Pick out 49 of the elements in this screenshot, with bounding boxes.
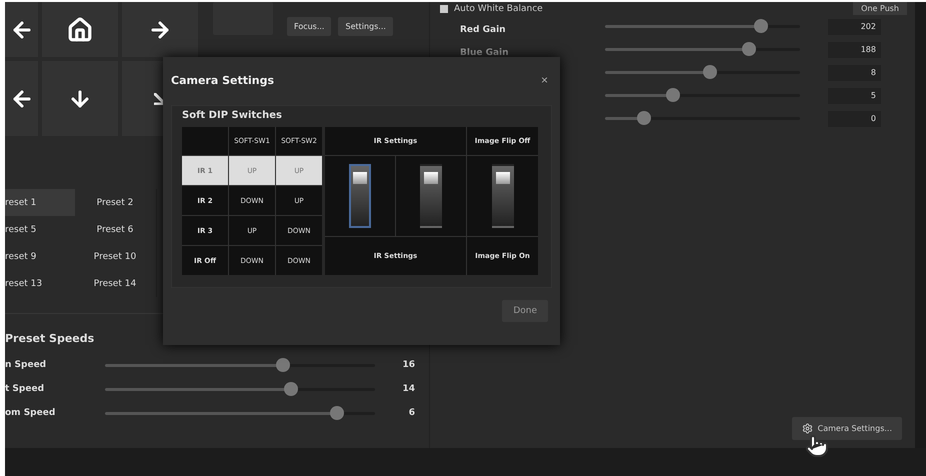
slider-thumb[interactable]	[330, 406, 344, 420]
gain-label: Blue Gain	[460, 48, 509, 58]
slider-thumb[interactable]	[284, 382, 298, 396]
done-button[interactable]: Done	[502, 300, 548, 322]
preset-button[interactable]: reset 9	[5, 243, 75, 270]
pad-option-button[interactable]: Settings...	[338, 17, 393, 36]
preset-button[interactable]: Preset 6	[75, 216, 155, 243]
home-icon	[67, 16, 93, 42]
pad-button[interactable]	[5, 61, 38, 136]
gear-icon	[802, 423, 813, 434]
value-field[interactable]: 8	[828, 64, 881, 80]
one-push-button[interactable]: One Push	[853, 2, 907, 15]
dip-switch[interactable]	[492, 164, 514, 228]
balance-mode-checkbox[interactable]: Auto White Balance	[440, 4, 543, 14]
pad-option-button[interactable]: Focus...	[287, 17, 332, 36]
dip-switch[interactable]	[420, 164, 442, 228]
pad-button[interactable]	[42, 2, 118, 57]
speed-value: 14	[401, 384, 415, 394]
slider-thumb[interactable]	[666, 88, 680, 102]
speed-label: n Speed	[5, 360, 48, 370]
speed-value: 6	[408, 408, 415, 418]
dialog-title: Camera Settings	[171, 74, 274, 86]
value-field[interactable]: 0	[828, 110, 881, 126]
preset-button[interactable]: Preset 14	[75, 270, 155, 297]
value-field[interactable]: 202	[828, 18, 881, 34]
value-field[interactable]: 5	[828, 88, 881, 104]
section-title: Preset Speeds	[5, 332, 96, 345]
slider-thumb[interactable]	[754, 19, 768, 33]
preset-button[interactable]: Preset 10	[75, 243, 155, 270]
preset-button[interactable]: reset 5	[5, 216, 75, 243]
slider-thumb[interactable]	[637, 111, 651, 125]
section-title: Soft DIP Switches	[182, 110, 283, 121]
hand-cursor-icon	[805, 434, 829, 458]
speed-value: 16	[401, 360, 415, 370]
pad-button[interactable]	[122, 2, 198, 57]
speed-label: t Speed	[5, 384, 46, 394]
slider-thumb[interactable]	[703, 65, 718, 79]
preset-button[interactable]: reset 1	[5, 189, 75, 216]
gain-label: Red Gain	[460, 25, 506, 35]
table-corner	[182, 127, 228, 155]
preset-button[interactable]: reset 13	[5, 270, 75, 297]
arrow-down-right-icon	[154, 92, 166, 104]
preset-button[interactable]: Preset 2	[75, 189, 155, 216]
dip-switch[interactable]	[349, 164, 371, 228]
close-button[interactable]: ×	[540, 73, 548, 87]
speed-label: om Speed	[5, 408, 56, 418]
slider-thumb[interactable]	[276, 358, 290, 372]
camera-settings-button[interactable]: Camera Settings...	[792, 417, 902, 440]
pad-button[interactable]	[5, 2, 38, 57]
